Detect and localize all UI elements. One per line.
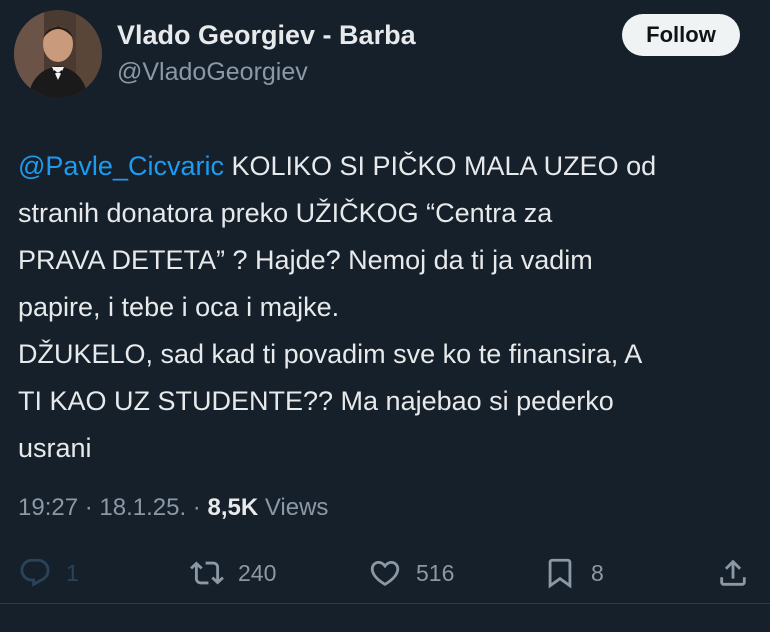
reply-button[interactable]: 1 bbox=[18, 550, 79, 596]
tweet-date[interactable]: 18.1.25. bbox=[99, 494, 186, 521]
tweet-line: usrani bbox=[18, 433, 92, 463]
author-display-name[interactable]: Vlado Georgiev - Barba bbox=[117, 20, 416, 51]
share-icon bbox=[720, 559, 746, 586]
divider bbox=[0, 603, 770, 604]
tweet-meta: 19:27 · 18.1.25. · 8,5K Views bbox=[18, 494, 328, 522]
repost-icon bbox=[190, 561, 224, 585]
bookmark-icon bbox=[548, 558, 572, 589]
author-handle[interactable]: @VladoGeorgiev bbox=[117, 58, 308, 87]
mention-link[interactable]: @Pavle_Cicvaric bbox=[18, 151, 224, 181]
tweet-time[interactable]: 19:27 bbox=[18, 494, 78, 521]
meta-separator: · bbox=[186, 494, 208, 521]
tweet-line: TI KAO UZ STUDENTE?? Ma najebao si peder… bbox=[18, 386, 614, 416]
tweet-line: @Pavle_Cicvaric KOLIKO SI PIČKO MALA UZE… bbox=[18, 143, 758, 190]
repost-count: 240 bbox=[238, 559, 277, 586]
views-label: Views bbox=[258, 494, 329, 521]
avatar[interactable] bbox=[14, 10, 102, 98]
follow-button[interactable]: Follow bbox=[622, 14, 740, 56]
bookmark-button[interactable]: 8 bbox=[543, 550, 604, 596]
meta-separator: · bbox=[78, 494, 100, 521]
reply-count: 1 bbox=[66, 559, 79, 586]
action-bar: 1 240 516 8 bbox=[0, 550, 770, 596]
tweet-line: stranih donatora preko UŽIČKOG “Centra z… bbox=[18, 198, 553, 228]
tweet-line: papire, i tebe i oca i majke. bbox=[18, 292, 340, 322]
share-button[interactable] bbox=[716, 550, 750, 596]
tweet-text: @Pavle_Cicvaric KOLIKO SI PIČKO MALA UZE… bbox=[18, 143, 758, 472]
like-count: 516 bbox=[416, 559, 455, 586]
repost-button[interactable]: 240 bbox=[190, 550, 276, 596]
tweet-line-text: KOLIKO SI PIČKO MALA UZEO od bbox=[223, 151, 657, 181]
reply-icon bbox=[20, 558, 50, 587]
bookmark-count: 8 bbox=[591, 559, 604, 586]
avatar-photo bbox=[14, 10, 102, 98]
heart-icon bbox=[370, 560, 400, 586]
tweet-line: DŽUKELO, sad kad ti povadim sve ko te fi… bbox=[18, 339, 643, 369]
like-button[interactable]: 516 bbox=[368, 550, 454, 596]
views-count[interactable]: 8,5K bbox=[207, 494, 258, 521]
tweet-line: PRAVA DETETA” ? Hajde? Nemoj da ti ja va… bbox=[18, 245, 593, 275]
